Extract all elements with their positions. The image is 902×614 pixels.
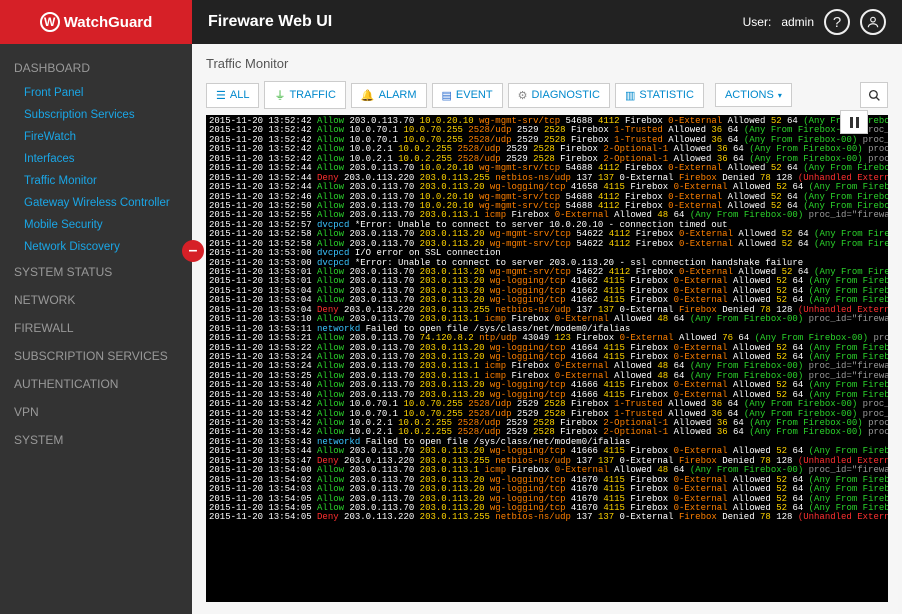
sidebar-item[interactable]: Mobile Security <box>0 214 192 236</box>
chart-icon: ▥ <box>625 89 635 102</box>
filter-diagnostic-button[interactable]: ⚙DIAGNOSTIC <box>508 83 610 108</box>
sidebar-section[interactable]: VPN <box>0 398 192 426</box>
sidebar-item[interactable]: Traffic Monitor <box>0 170 192 192</box>
help-icon[interactable]: ? <box>824 9 850 35</box>
sidebar-collapse-button[interactable]: – <box>182 240 204 262</box>
user-name: admin <box>781 15 814 29</box>
wifi-icon: ⏚ <box>274 87 285 103</box>
sidebar-section[interactable]: DASHBOARD <box>0 54 192 82</box>
pause-button[interactable] <box>840 110 868 134</box>
sidebar-section[interactable]: FIREWALL <box>0 314 192 342</box>
sidebar-item[interactable]: Subscription Services <box>0 104 192 126</box>
search-icon <box>868 89 881 102</box>
calendar-icon: ▤ <box>442 89 452 102</box>
sidebar-section[interactable]: NETWORK <box>0 286 192 314</box>
logo-icon: W <box>40 12 60 32</box>
brand-logo: W WatchGuard <box>0 0 192 44</box>
user-area: User: admin ? <box>743 9 902 35</box>
log-panel[interactable]: 2015-11-20 13:52:42 Allow 203.0.113.70 1… <box>206 115 888 602</box>
filter-statistic-button[interactable]: ▥STATISTIC <box>615 83 704 108</box>
sidebar-section[interactable]: SYSTEM <box>0 426 192 454</box>
sidebar-item[interactable]: Interfaces <box>0 148 192 170</box>
app-title: Fireware Web UI <box>208 13 743 31</box>
filter-traffic-button[interactable]: ⏚TRAFFIC <box>264 81 345 109</box>
bell-icon: 🔔 <box>361 89 375 102</box>
sidebar-item[interactable]: Network Discovery <box>0 236 192 258</box>
user-label: User: <box>743 15 772 29</box>
top-bar: W WatchGuard Fireware Web UI User: admin… <box>0 0 902 44</box>
search-button[interactable] <box>860 82 888 108</box>
sidebar: – DASHBOARDFront PanelSubscription Servi… <box>0 44 192 614</box>
sidebar-section[interactable]: SYSTEM STATUS <box>0 258 192 286</box>
filter-alarm-button[interactable]: 🔔ALARM <box>351 83 427 108</box>
page-title: Traffic Monitor <box>206 56 888 71</box>
actions-dropdown[interactable]: ACTIONS ▾ <box>715 83 792 107</box>
chevron-down-icon: ▾ <box>778 91 782 100</box>
filter-all-button[interactable]: ☰ALL <box>206 83 259 108</box>
sidebar-item[interactable]: FireWatch <box>0 126 192 148</box>
user-icon[interactable] <box>860 9 886 35</box>
filter-event-button[interactable]: ▤EVENT <box>432 83 503 108</box>
gear-icon: ⚙ <box>518 89 528 102</box>
sidebar-section[interactable]: SUBSCRIPTION SERVICES <box>0 342 192 370</box>
sidebar-item[interactable]: Gateway Wireless Controller <box>0 192 192 214</box>
brand-text: WatchGuard <box>64 14 153 31</box>
sidebar-section[interactable]: AUTHENTICATION <box>0 370 192 398</box>
sidebar-item[interactable]: Front Panel <box>0 82 192 104</box>
log-line: 2015-11-20 13:54:05 Deny 203.0.113.220 2… <box>209 513 885 522</box>
list-icon: ☰ <box>216 89 226 102</box>
filter-toolbar: ☰ALL ⏚TRAFFIC 🔔ALARM ▤EVENT ⚙DIAGNOSTIC … <box>206 81 888 109</box>
main-content: Traffic Monitor ☰ALL ⏚TRAFFIC 🔔ALARM ▤EV… <box>192 44 902 614</box>
